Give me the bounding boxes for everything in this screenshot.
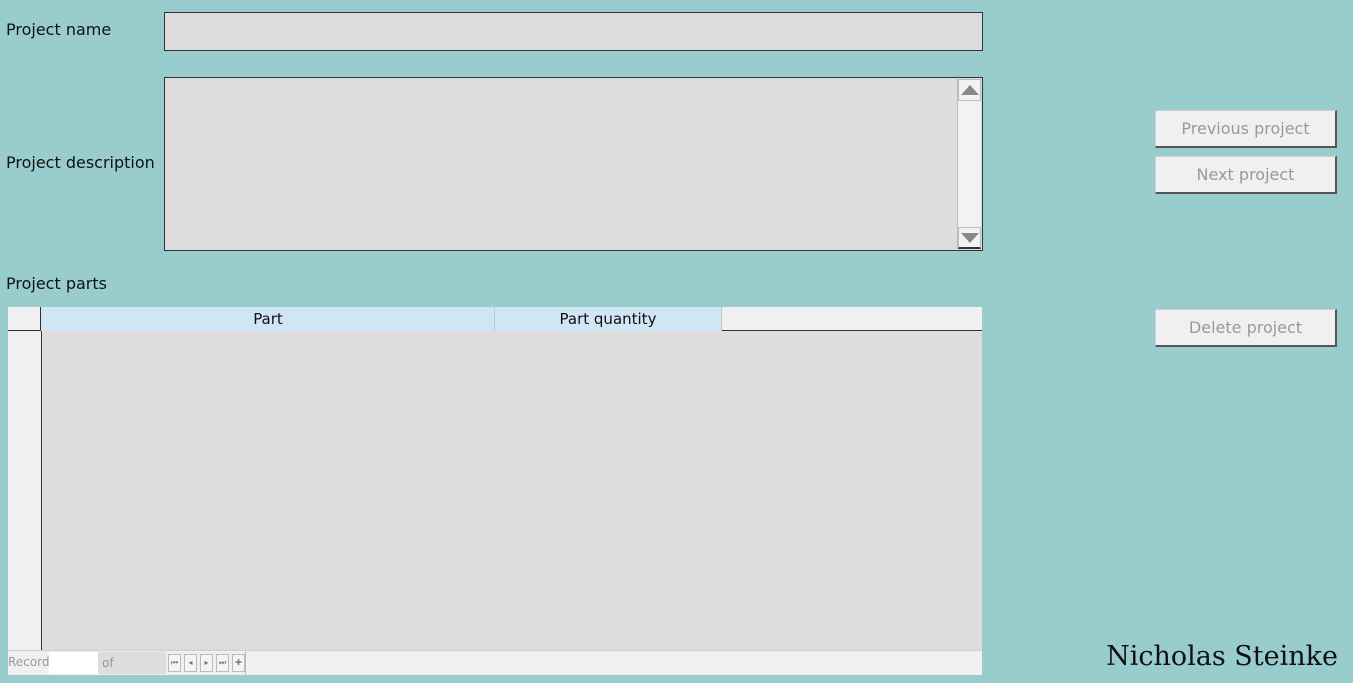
project-name-label: Project name: [6, 20, 112, 39]
project-parts-grid[interactable]: Part Part quantity Record of ⏮ ◂ ▸ ⏭ ✚: [8, 307, 982, 675]
delete-project-button[interactable]: Delete project: [1155, 309, 1337, 347]
previous-project-button[interactable]: Previous project: [1155, 110, 1337, 148]
navigator-divider: [245, 651, 246, 675]
new-record-icon: ✚: [235, 658, 242, 667]
column-header-part-quantity[interactable]: Part quantity: [495, 307, 722, 331]
new-record-button[interactable]: ✚: [232, 654, 245, 672]
column-header-part[interactable]: Part: [42, 307, 495, 331]
grid-corner-cell: [8, 307, 41, 331]
previous-record-icon: ◂: [188, 658, 193, 667]
project-description-textarea[interactable]: [164, 77, 983, 251]
last-record-icon: ⏭: [218, 658, 227, 667]
last-record-button[interactable]: ⏭: [216, 654, 229, 672]
author-signature: Nicholas Steinke: [1106, 641, 1338, 672]
record-count: of: [98, 652, 166, 674]
description-scrollbar[interactable]: [957, 79, 981, 249]
record-navigator: Record of ⏮ ◂ ▸ ⏭ ✚: [8, 650, 982, 675]
first-record-icon: ⏮: [170, 658, 179, 667]
next-record-button[interactable]: ▸: [200, 654, 213, 672]
next-project-button[interactable]: Next project: [1155, 156, 1337, 194]
row-header-column: [8, 331, 42, 650]
of-label: of: [102, 656, 114, 670]
record-number-input[interactable]: [49, 652, 98, 674]
project-parts-label: Project parts: [6, 274, 107, 293]
next-record-icon: ▸: [204, 658, 209, 667]
arrow-up-icon: [960, 85, 979, 95]
scroll-up-button[interactable]: [958, 79, 981, 101]
project-name-input[interactable]: [164, 12, 983, 51]
header-filler: [722, 307, 982, 331]
first-record-button[interactable]: ⏮: [168, 654, 181, 672]
project-description-label: Project description: [6, 153, 155, 172]
previous-record-button[interactable]: ◂: [184, 654, 197, 672]
record-label: Record: [8, 655, 50, 669]
scroll-down-button[interactable]: [958, 227, 981, 249]
arrow-down-icon: [960, 232, 979, 243]
